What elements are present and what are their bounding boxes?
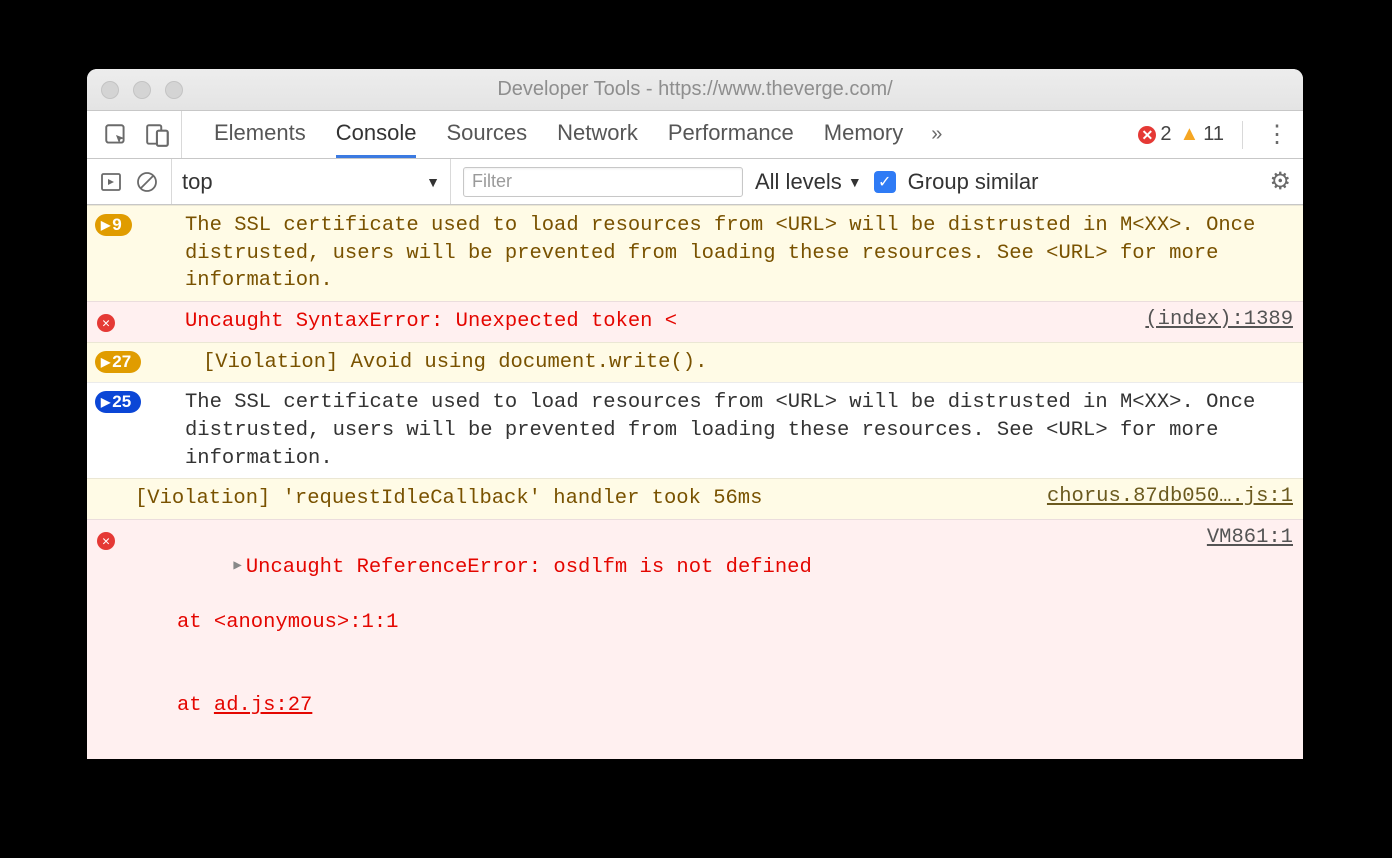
group-count-badge[interactable]: ▶9 [95,214,132,236]
error-count: 2 [1160,123,1171,146]
chevron-down-icon: ▼ [426,174,440,190]
console-settings-icon[interactable]: ⚙ [1269,167,1291,196]
message-text: The SSL certificate used to load resourc… [185,212,1293,295]
message-text: [Violation] 'requestIdleCallback' handle… [135,485,1027,513]
separator [1242,121,1243,149]
device-toolbar-icon[interactable] [145,122,171,148]
console-log[interactable]: ▶9 The SSL certificate used to load reso… [87,205,1303,759]
tab-memory[interactable]: Memory [824,111,903,158]
console-message[interactable]: ✕ ▶Uncaught ReferenceError: osdlfm is no… [87,519,1303,759]
message-text: [Violation] Avoid using document.write()… [185,349,1293,377]
zoom-button[interactable] [165,81,183,99]
stack-frame: at ad.js:27 [135,692,1187,720]
stack-frame: at <anonymous>:1:1 [135,609,1187,637]
context-selector-label: top [182,169,213,195]
chevron-down-icon: ▼ [848,174,862,190]
warning-count: 11 [1203,123,1224,146]
inspect-element-icon[interactable] [103,122,129,148]
console-message[interactable]: ▶27 [Violation] Avoid using document.wri… [87,342,1303,383]
tab-network[interactable]: Network [557,111,638,158]
message-text: ▶Uncaught ReferenceError: osdlfm is not … [135,526,1187,759]
clear-console-icon[interactable] [135,170,159,194]
traffic-lights [87,81,183,99]
warning-icon: ▲ [1179,123,1199,146]
group-similar-label: Group similar [908,169,1039,195]
group-count-badge[interactable]: ▶27 [95,351,141,373]
close-button[interactable] [101,81,119,99]
log-levels-label: All levels [755,169,842,195]
filter-input[interactable] [463,167,743,197]
source-link[interactable]: (index):1389 [1125,308,1293,336]
console-toolbar: top ▼ All levels ▼ ✓ Group similar ⚙ [87,159,1303,205]
console-message[interactable]: ✕ Uncaught SyntaxError: Unexpected token… [87,301,1303,342]
context-selector[interactable]: top ▼ [171,159,451,204]
tab-performance[interactable]: Performance [668,111,794,158]
message-text: Uncaught SyntaxError: Unexpected token < [185,308,1125,336]
error-icon: ✕ [1138,126,1156,144]
group-similar-checkbox[interactable]: ✓ [874,171,896,193]
expand-toggle-icon[interactable]: ▶ [233,558,241,574]
source-link[interactable]: ad.js:27 [214,694,312,717]
devtools-window: Developer Tools - https://www.theverge.c… [87,69,1303,759]
message-text: The SSL certificate used to load resourc… [185,389,1293,472]
error-icon: ✕ [97,532,115,550]
titlebar: Developer Tools - https://www.theverge.c… [87,69,1303,111]
console-message[interactable]: ▶25 The SSL certificate used to load res… [87,382,1303,478]
console-message[interactable]: ▶9 The SSL certificate used to load reso… [87,205,1303,301]
source-link[interactable]: chorus.87db050….js:1 [1027,485,1293,513]
panel-tabs: Elements Console Sources Network Perform… [214,111,903,158]
log-levels-selector[interactable]: All levels ▼ [755,169,862,195]
error-count-badge[interactable]: ✕ 2 [1138,123,1171,146]
tab-console[interactable]: Console [336,111,417,158]
error-icon: ✕ [97,314,115,332]
execution-context-icon[interactable] [99,170,123,194]
source-link[interactable]: VM861:1 [1187,526,1293,759]
minimize-button[interactable] [133,81,151,99]
more-tabs-button[interactable]: » [931,123,942,146]
devtools-menu-button[interactable]: ⋮ [1265,120,1291,149]
group-count-badge[interactable]: ▶25 [95,391,141,413]
warning-count-badge[interactable]: ▲ 11 [1179,123,1224,146]
tab-elements[interactable]: Elements [214,111,306,158]
console-message[interactable]: [Violation] 'requestIdleCallback' handle… [87,478,1303,519]
tab-sources[interactable]: Sources [446,111,527,158]
window-title: Developer Tools - https://www.theverge.c… [87,78,1303,101]
panel-tabbar: Elements Console Sources Network Perform… [87,111,1303,159]
